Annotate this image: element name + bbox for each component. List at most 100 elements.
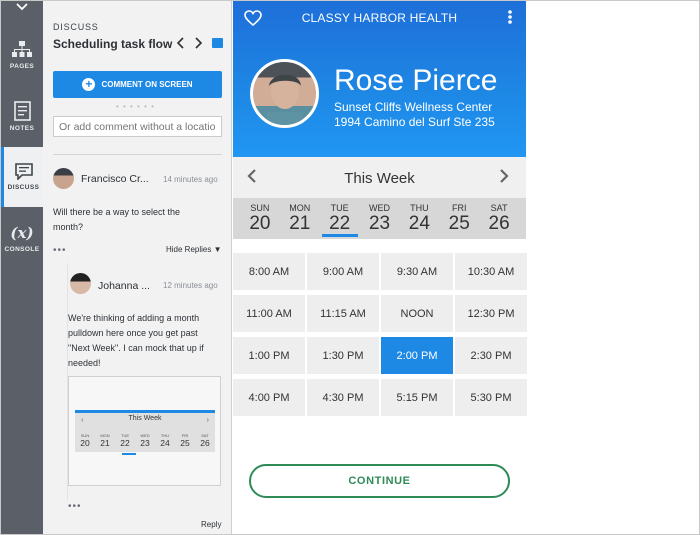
day-date: 23 — [368, 213, 391, 234]
kebab-menu-icon[interactable] — [508, 10, 512, 29]
rail-item-notes[interactable]: NOTES — [1, 86, 43, 146]
reply-text: We're thinking of adding a month pulldow… — [68, 313, 204, 368]
day-mon[interactable]: MON 21 — [280, 198, 320, 239]
appointment-app: CLASSY HARBOR HEALTH Rose Pierce Sunset … — [233, 1, 527, 534]
thumbnail-week-title: This Week — [128, 415, 162, 422]
day-date: 21 — [289, 213, 311, 234]
more-options-icon[interactable]: ••• — [53, 245, 67, 256]
next-discussion-icon[interactable] — [195, 36, 203, 52]
notes-icon — [13, 100, 31, 121]
time-slot[interactable]: 9:00 AM — [307, 253, 379, 290]
rail-item-console[interactable]: (x) CONSOLE — [1, 208, 43, 268]
app-header: CLASSY HARBOR HEALTH Rose Pierce Sunset … — [233, 1, 526, 157]
week-title: This Week — [344, 170, 415, 187]
more-options-icon[interactable]: ••• — [68, 501, 82, 512]
thumbnail-day-date: 24 — [160, 438, 170, 448]
day-sat[interactable]: SAT 26 — [479, 198, 519, 239]
continue-button[interactable]: CONTINUE — [249, 464, 510, 498]
plus-icon: + — [82, 78, 96, 91]
time-slot-selected[interactable]: 2:00 PM — [381, 337, 453, 374]
rail-label-notes: NOTES — [9, 124, 35, 132]
clinic-address: 1994 Camino del Surf Ste 235 — [334, 115, 495, 129]
rail-label-pages: PAGES — [9, 62, 35, 70]
day-picker: SUN 20 MON 21 TUE 22 WED 23 THU 24 FRI 25 SAT 2… — [233, 198, 526, 239]
thumbnail-day: SAT 26 — [200, 433, 209, 448]
time-slot[interactable]: 2:30 PM — [455, 337, 527, 374]
day-date: 24 — [408, 213, 430, 234]
doctor-photo — [250, 59, 319, 128]
discuss-panel: DISCUSS Scheduling task flow + COMMENT O… — [43, 1, 232, 534]
discussion-title: Scheduling task flow — [53, 37, 173, 51]
time-slot[interactable]: 8:00 AM — [233, 253, 305, 290]
day-date: 20 — [249, 213, 271, 234]
thumbnail-day: THU 24 — [160, 433, 169, 448]
chevron-right-icon: › — [206, 415, 209, 424]
day-name: FRI — [451, 203, 467, 213]
time-slot[interactable]: 12:30 PM — [455, 295, 527, 332]
time-slot[interactable]: 4:00 PM — [233, 379, 305, 416]
prev-discussion-icon[interactable] — [176, 36, 184, 52]
time-slot[interactable]: 1:00 PM — [233, 337, 305, 374]
day-tue[interactable]: TUE 22 — [320, 198, 360, 239]
time-slot[interactable]: NOON — [381, 295, 453, 332]
thumbnail-day: FRI 25 — [180, 433, 189, 448]
day-name: MON — [289, 203, 311, 213]
day-date: 25 — [448, 213, 470, 234]
comment-text: Will there be a way to select the month? — [53, 207, 181, 232]
thumbnail-day-date: 25 — [180, 438, 190, 448]
thumbnail-day: MON 21 — [100, 433, 109, 448]
rail-label-discuss: DISCUSS — [7, 184, 40, 191]
time-slot[interactable]: 11:15 AM — [307, 295, 379, 332]
chat-bubble-icon[interactable] — [212, 38, 223, 48]
day-name: SAT — [490, 203, 508, 213]
comment-author: Francisco Cr... — [81, 173, 149, 185]
collapse-chevron-icon[interactable] — [1, 1, 43, 13]
attached-screenshot-thumbnail[interactable]: ‹ This Week › SUN 20 MON 21 TUE 22 WED 23 TH… — [68, 376, 221, 486]
reply-link[interactable]: Reply — [201, 520, 221, 529]
day-thu[interactable]: THU 24 — [399, 198, 439, 239]
time-slot[interactable]: 4:30 PM — [307, 379, 379, 416]
thumbnail-days: SUN 20 MON 21 TUE 22 WED 23 THU 24 FRI 25 SAT 2… — [75, 433, 215, 448]
thumbnail-week-picker: ‹ This Week › SUN 20 MON 21 TUE 22 WED 23 TH… — [75, 410, 215, 455]
thumbnail-day: SUN 20 — [80, 433, 89, 448]
comment-input[interactable] — [53, 116, 222, 137]
time-slot[interactable]: 5:15 PM — [381, 379, 453, 416]
day-name: THU — [410, 203, 429, 213]
console-icon: (x) — [10, 223, 34, 242]
brand-name: CLASSY HARBOR HEALTH — [301, 11, 458, 25]
panel-eyebrow: DISCUSS — [53, 22, 99, 32]
hide-replies-link[interactable]: Hide Replies ▼ — [166, 245, 222, 254]
day-fri[interactable]: FRI 25 — [439, 198, 479, 239]
left-rail: PAGES NOTES DISCUSS (x) CONSOLE — [1, 1, 43, 534]
time-slot[interactable]: 1:30 PM — [307, 337, 379, 374]
rail-label-console: CONSOLE — [4, 245, 40, 253]
day-name: WED — [369, 203, 390, 213]
day-name: SUN — [250, 203, 270, 213]
rail-item-pages[interactable]: PAGES — [1, 25, 43, 85]
day-name: TUE — [330, 203, 349, 213]
clinic-name: Sunset Cliffs Wellness Center — [334, 100, 493, 114]
divider — [53, 154, 222, 155]
rail-item-discuss[interactable]: DISCUSS — [1, 147, 43, 207]
doctor-name: Rose Pierce — [334, 64, 498, 97]
comment-on-screen-label: COMMENT ON SCREEN — [101, 80, 193, 89]
day-wed[interactable]: WED 23 — [360, 198, 400, 239]
day-sun[interactable]: SUN 20 — [240, 198, 280, 239]
discuss-icon — [14, 163, 33, 180]
time-slot[interactable]: 5:30 PM — [455, 379, 527, 416]
next-week-icon[interactable] — [499, 167, 509, 190]
comment-time: 14 minutes ago — [163, 175, 218, 184]
time-slot-grid: 8:00 AM 9:00 AM 9:30 AM 10:30 AM 11:00 A… — [233, 253, 527, 416]
day-date: 26 — [488, 213, 510, 234]
thumbnail-day: WED 23 — [140, 433, 149, 448]
sitemap-icon — [12, 40, 32, 57]
time-slot[interactable]: 11:00 AM — [233, 295, 305, 332]
thumbnail-day-date: 21 — [100, 438, 110, 448]
avatar — [70, 273, 91, 294]
comment-on-screen-button[interactable]: + COMMENT ON SCREEN — [53, 71, 222, 98]
time-slot[interactable]: 9:30 AM — [381, 253, 453, 290]
thumbnail-selected-underline — [122, 453, 136, 455]
thumbnail-day: TUE 22 — [120, 433, 129, 448]
thumbnail-day-date: 20 — [80, 438, 90, 448]
time-slot[interactable]: 10:30 AM — [455, 253, 527, 290]
